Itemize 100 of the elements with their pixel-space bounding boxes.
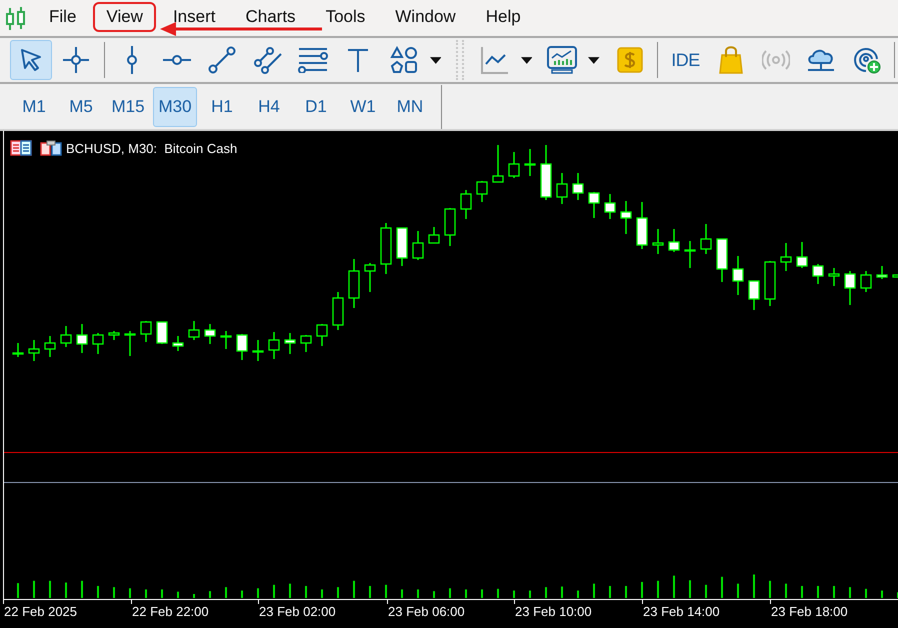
dollar-icon xyxy=(617,47,644,73)
candle xyxy=(188,321,200,340)
horizontal-levels-icon xyxy=(298,47,328,73)
timeframe-button[interactable]: M5 xyxy=(59,86,103,126)
candle xyxy=(812,264,824,284)
candle xyxy=(796,242,808,268)
menu-item[interactable]: Tools xyxy=(312,2,378,32)
candle xyxy=(364,263,376,292)
candle xyxy=(76,324,88,353)
candle xyxy=(636,202,648,249)
candle xyxy=(476,181,488,202)
candle xyxy=(412,231,424,260)
toolbar-button[interactable] xyxy=(10,40,52,80)
candle xyxy=(828,268,840,286)
candle xyxy=(620,201,632,234)
candle xyxy=(716,238,728,282)
timeframe-button[interactable]: M15 xyxy=(106,86,150,126)
candle xyxy=(396,227,408,266)
timeframe-button[interactable]: MN xyxy=(388,86,432,126)
dropdown-arrow-icon[interactable] xyxy=(430,56,442,64)
candle xyxy=(124,331,136,356)
candle xyxy=(572,173,584,200)
candle xyxy=(28,340,40,361)
candle xyxy=(684,241,696,268)
chart-monitor-icon xyxy=(547,46,578,74)
candle xyxy=(700,224,712,254)
timeframe-button[interactable]: M1 xyxy=(12,86,56,126)
candle xyxy=(556,173,568,204)
timeframe-button[interactable]: H4 xyxy=(247,86,291,126)
vertical-line-icon xyxy=(126,46,137,74)
toolbar-grip[interactable] xyxy=(456,40,464,80)
time-label: 23 Feb 10:00 xyxy=(515,604,592,619)
cloud-network-icon xyxy=(807,47,836,73)
candle xyxy=(444,208,456,246)
candle xyxy=(172,336,184,351)
line-chart-icon xyxy=(480,46,508,74)
crosshair-icon xyxy=(63,47,90,73)
menu-item[interactable]: View xyxy=(93,2,156,32)
menu-item[interactable]: Window xyxy=(382,2,469,32)
candle xyxy=(236,334,248,360)
candle xyxy=(748,280,760,310)
candle xyxy=(588,192,600,218)
menu-item[interactable]: Help xyxy=(472,2,534,32)
candle xyxy=(332,292,344,330)
menu-item[interactable]: Insert xyxy=(160,2,228,32)
candle xyxy=(844,271,856,305)
candle xyxy=(220,331,232,349)
candle xyxy=(524,149,536,176)
chart-title: BCHUSD, M30: Bitcoin Cash xyxy=(66,140,238,156)
candle xyxy=(140,321,152,342)
candle xyxy=(764,261,776,306)
candle xyxy=(652,229,664,254)
bar-chart-icon xyxy=(40,140,62,156)
dropdown-arrow-icon[interactable] xyxy=(520,56,532,64)
candle xyxy=(316,324,328,346)
text-tool-icon xyxy=(347,48,370,72)
menu-item[interactable]: Charts xyxy=(232,2,309,32)
timeframe-button[interactable]: D1 xyxy=(294,86,338,126)
candle xyxy=(428,227,440,244)
candle xyxy=(44,336,56,357)
horizontal-line-icon xyxy=(163,55,192,65)
time-label: 23 Feb 06:00 xyxy=(388,604,465,619)
shopping-bag-icon xyxy=(718,46,743,74)
time-label: 23 Feb 02:00 xyxy=(259,604,336,619)
candle xyxy=(732,256,744,295)
candle xyxy=(508,152,520,178)
candle xyxy=(300,335,312,352)
candle xyxy=(380,223,392,274)
candle xyxy=(780,243,792,271)
time-label: 22 Feb 22:00 xyxy=(132,604,209,619)
candle xyxy=(460,190,472,219)
candle xyxy=(252,340,264,361)
time-label: 23 Feb 14:00 xyxy=(643,604,720,619)
shapes-icon xyxy=(390,46,418,74)
candle xyxy=(348,259,360,308)
timeframe-button[interactable]: H1 xyxy=(200,86,244,126)
candle xyxy=(860,271,872,292)
broadcast-signal-icon xyxy=(762,50,790,70)
time-label: 22 Feb 2025 xyxy=(4,604,78,619)
trend-line-icon xyxy=(208,46,236,74)
candle xyxy=(204,324,216,344)
timeframe-button[interactable]: W1 xyxy=(341,86,385,126)
menu-item[interactable]: File xyxy=(36,2,90,32)
candle xyxy=(668,229,680,252)
candle xyxy=(604,194,616,219)
ide-button[interactable]: IDE xyxy=(664,40,707,80)
candle xyxy=(12,343,24,357)
candle xyxy=(60,326,72,347)
dropdown-arrow-icon[interactable] xyxy=(588,56,600,64)
candle xyxy=(108,331,120,340)
candlestick-logo-icon xyxy=(6,6,26,32)
channel-lines-icon xyxy=(252,46,283,74)
candle xyxy=(284,333,296,354)
candle xyxy=(156,321,168,344)
candle xyxy=(492,145,504,183)
candle xyxy=(268,332,280,359)
table-icon xyxy=(10,140,32,156)
timeframe-button[interactable]: M30 xyxy=(153,86,197,126)
radar-plus-icon xyxy=(852,46,881,74)
candle xyxy=(540,145,552,200)
